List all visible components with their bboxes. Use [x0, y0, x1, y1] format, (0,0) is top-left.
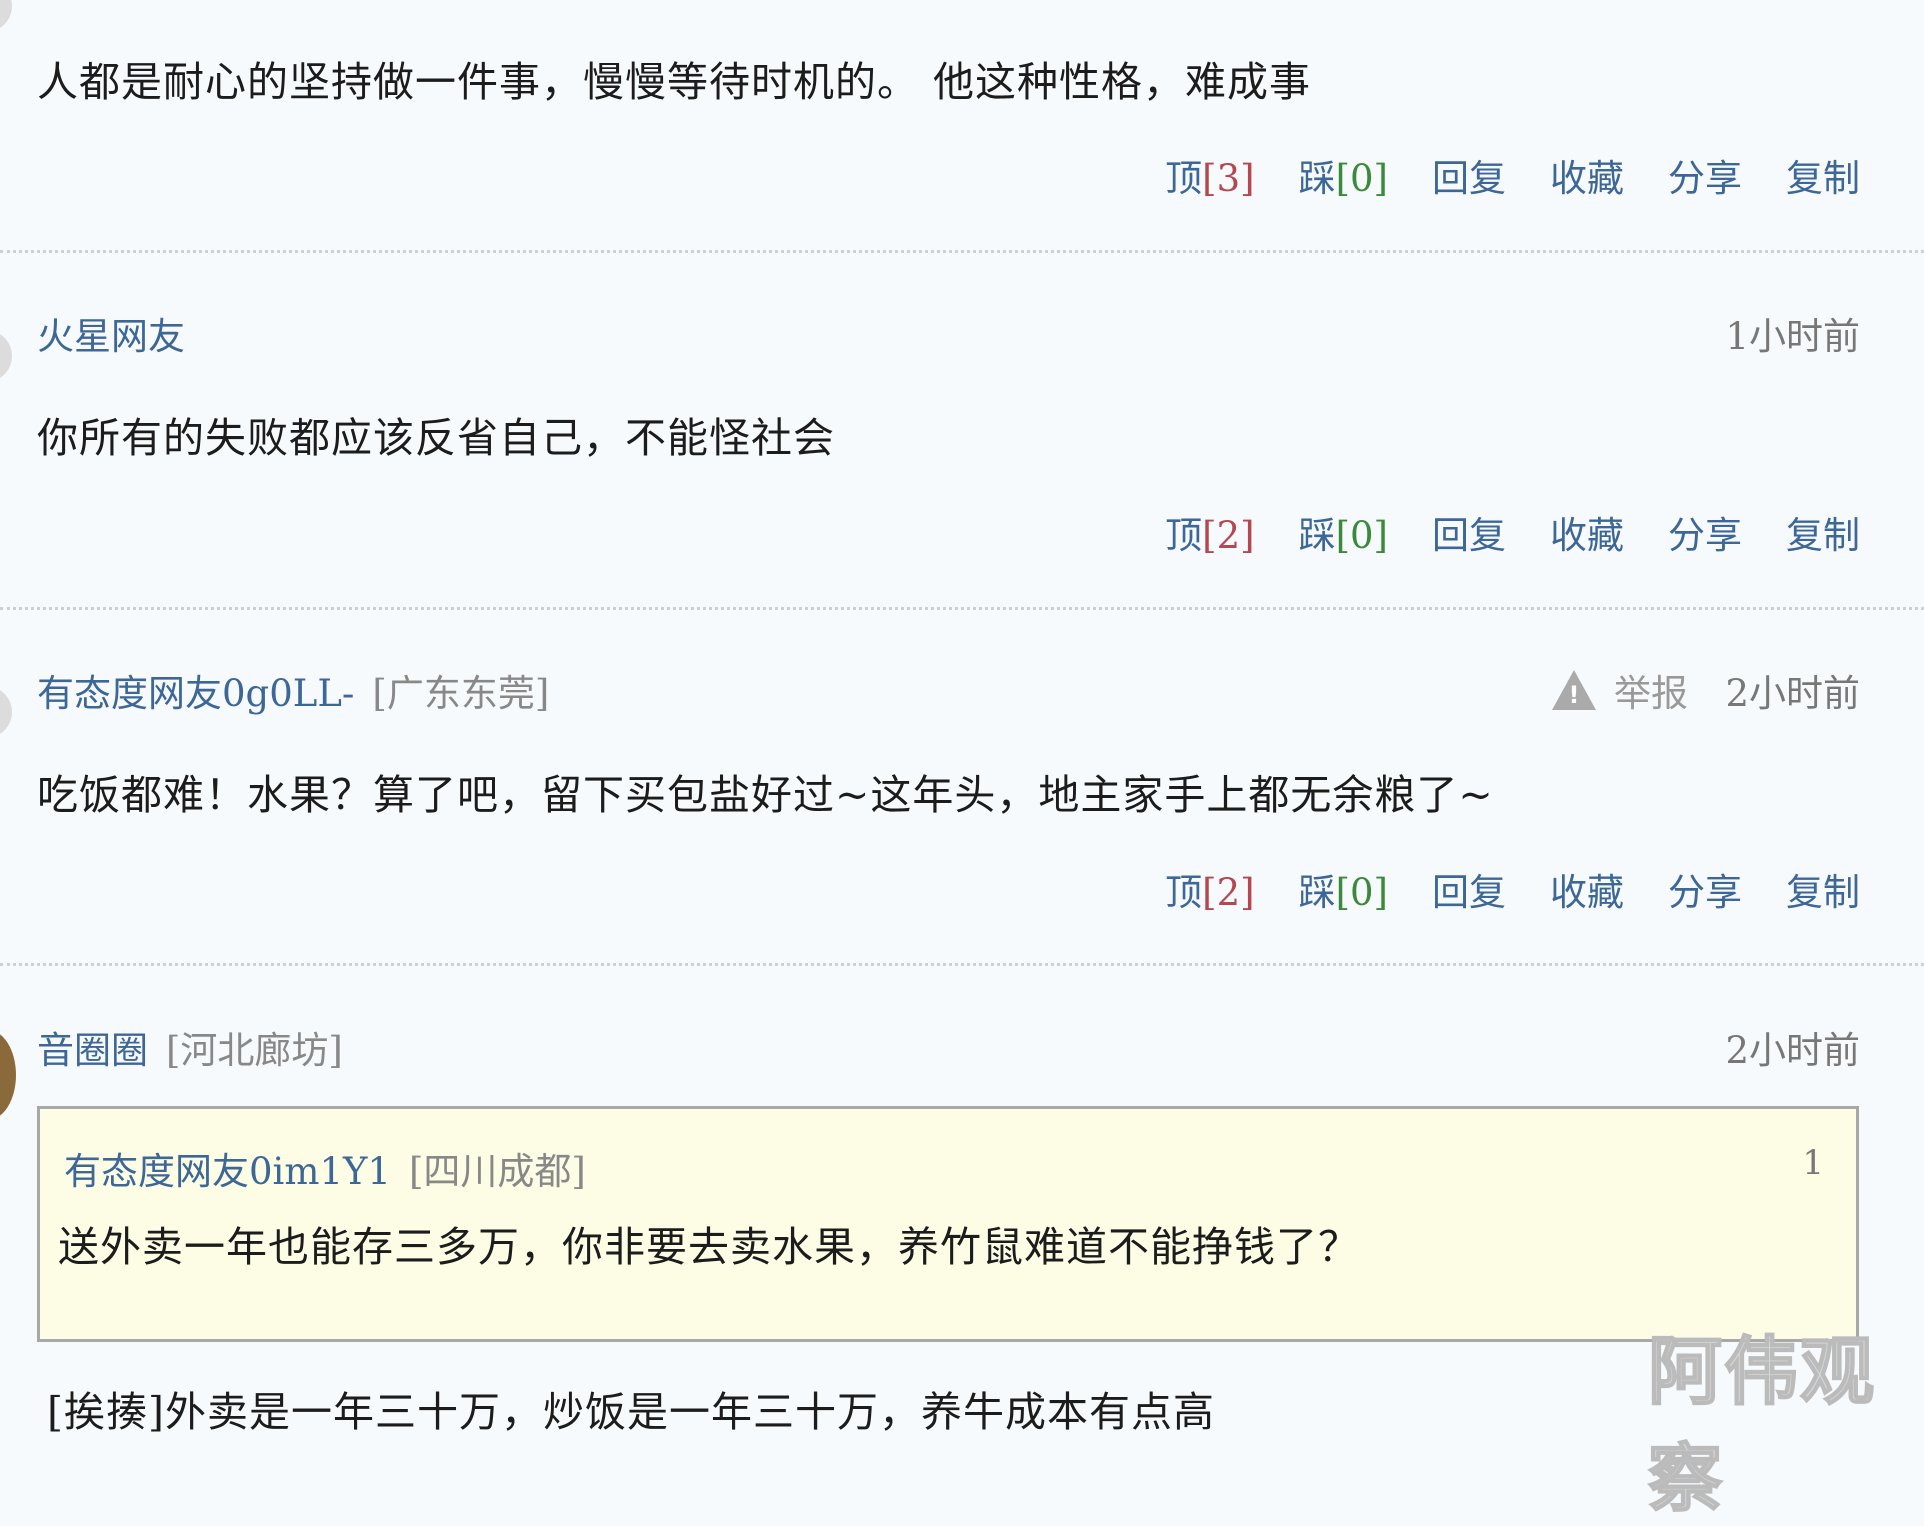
upvote-button[interactable]: 顶[3] [1165, 157, 1254, 200]
upvote-button[interactable]: 顶[2] [1165, 871, 1254, 914]
comment-divider [0, 963, 1924, 966]
comment-header: 音圈圈 [河北廊坊] 2小时前 [37, 1020, 1860, 1072]
quote-user-block: 有态度网友0im1Y1 [四川成都] [64, 1141, 586, 1195]
upvote-button[interactable]: 顶[2] [1165, 514, 1254, 557]
copy-button[interactable]: 复制 [1786, 871, 1860, 914]
avatar [0, 686, 12, 738]
comment-text: [挨揍]外卖是一年三十万，炒饭是一年三十万，养牛成本有点高 [47, 1388, 1215, 1436]
copy-button[interactable]: 复制 [1786, 157, 1860, 200]
warning-triangle-icon: ! [1552, 670, 1596, 710]
username-link[interactable]: 火星网友 [37, 306, 185, 360]
user-location: [广东东莞] [372, 672, 550, 715]
quoted-comment: 有态度网友0im1Y1 [四川成都] 1 送外卖一年也能存三多万，你非要去卖水果，… [37, 1106, 1859, 1342]
avatar [0, 330, 12, 382]
upvote-count: [2] [1202, 514, 1255, 557]
comment-text: 人都是耐心的坚持做一件事，慢慢等待时机的。 他这种性格，难成事 [37, 58, 1312, 106]
user-block: 音圈圈 [河北廊坊] [37, 1020, 343, 1074]
reply-button[interactable]: 回复 [1432, 871, 1506, 914]
comment-text: 吃饭都难！水果？算了吧，留下买包盐好过~这年头，地主家手上都无余粮了~ [37, 771, 1494, 819]
downvote-count: [0] [1335, 157, 1388, 200]
downvote-button[interactable]: 踩[0] [1299, 871, 1388, 914]
watermark: 阿伟观察 [1647, 1328, 1876, 1523]
username-link[interactable]: 有态度网友0g0LL- [37, 672, 354, 715]
timestamp: 2小时前 [1725, 672, 1860, 715]
user-block: 有态度网友0g0LL- [广东东莞] [37, 663, 549, 717]
comment-header: 火星网友 1小时前 [37, 306, 1860, 358]
username-link[interactable]: 音圈圈 [37, 1029, 148, 1072]
downvote-button[interactable]: 踩[0] [1299, 514, 1388, 557]
copy-button[interactable]: 复制 [1786, 514, 1860, 557]
avatar [0, 0, 12, 32]
downvote-count: [0] [1335, 871, 1388, 914]
timestamp: 1小时前 [1725, 315, 1860, 358]
user-location: [河北廊坊] [166, 1029, 343, 1072]
comment-text: 你所有的失败都应该反省自己，不能怪社会 [37, 414, 835, 462]
share-button[interactable]: 分享 [1668, 157, 1742, 200]
share-button[interactable]: 分享 [1668, 514, 1742, 557]
comment-actions: 顶[3] 踩[0] 回复 收藏 分享 复制 [1121, 148, 1860, 202]
downvote-count: [0] [1335, 514, 1388, 557]
reply-button[interactable]: 回复 [1432, 157, 1506, 200]
downvote-button[interactable]: 踩[0] [1299, 157, 1388, 200]
collect-button[interactable]: 收藏 [1550, 514, 1624, 557]
report-button[interactable]: ! 举报 [1552, 663, 1688, 717]
comment-actions: 顶[2] 踩[0] 回复 收藏 分享 复制 [1121, 505, 1860, 559]
share-button[interactable]: 分享 [1668, 871, 1742, 914]
comment-divider [0, 607, 1924, 610]
collect-button[interactable]: 收藏 [1550, 871, 1624, 914]
report-label: 举报 [1614, 672, 1688, 715]
avatar [0, 1030, 16, 1120]
quote-user-location: [四川成都] [408, 1150, 586, 1193]
upvote-count: [2] [1202, 871, 1255, 914]
quote-text: 送外卖一年也能存三多万，你非要去卖水果，养竹鼠难道不能挣钱了？ [58, 1223, 1360, 1271]
comment-divider [0, 250, 1924, 253]
comment-header: 有态度网友0g0LL- [广东东莞] ! 举报 2小时前 [37, 663, 1860, 715]
collect-button[interactable]: 收藏 [1550, 157, 1624, 200]
quote-floor-number: 1 [1802, 1143, 1824, 1183]
timestamp: 2小时前 [1725, 1029, 1860, 1072]
reply-button[interactable]: 回复 [1432, 514, 1506, 557]
upvote-count: [3] [1202, 157, 1255, 200]
comment-actions: 顶[2] 踩[0] 回复 收藏 分享 复制 [1121, 862, 1860, 916]
quote-username-link[interactable]: 有态度网友0im1Y1 [64, 1150, 391, 1193]
